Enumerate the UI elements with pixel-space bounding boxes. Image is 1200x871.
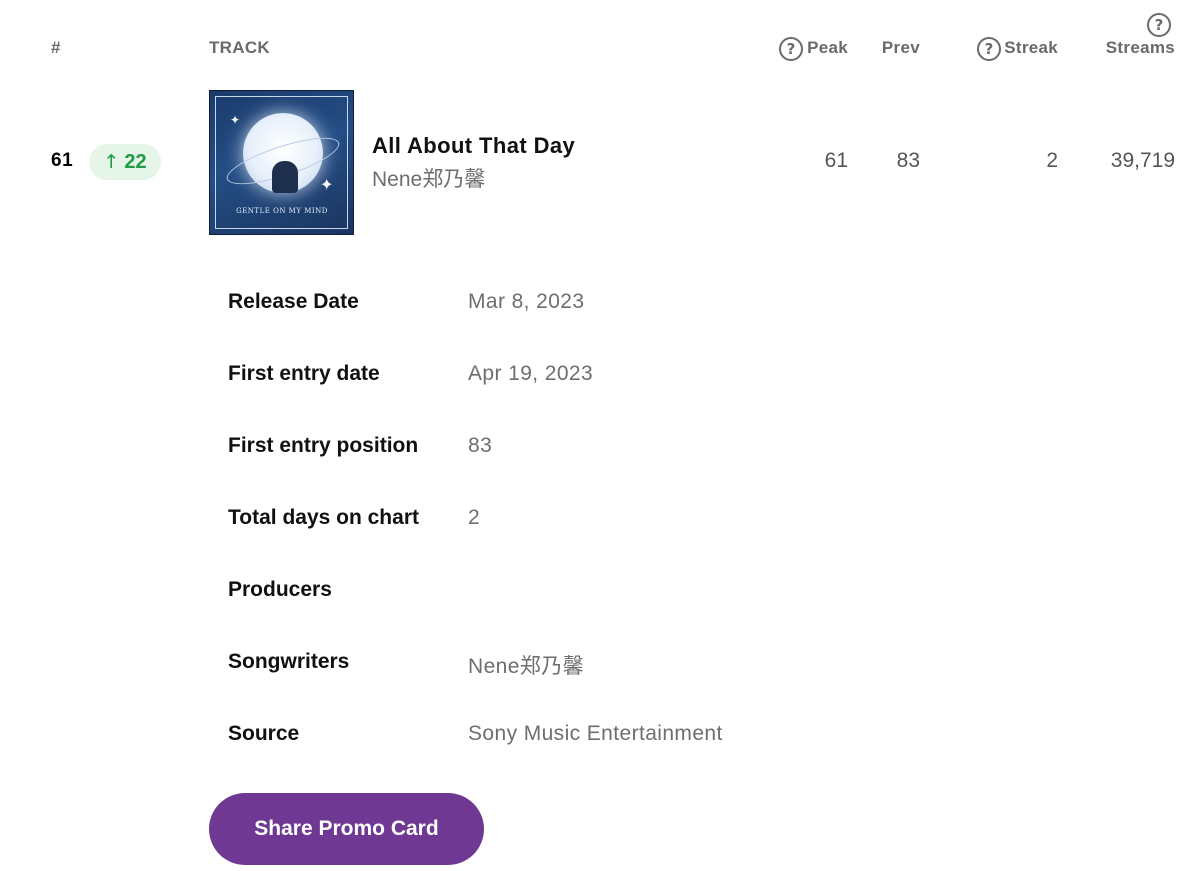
share-promo-card-button[interactable]: Share Promo Card bbox=[209, 793, 484, 865]
column-header-rank: # bbox=[51, 38, 61, 57]
sparkle-icon: ✦ bbox=[320, 175, 334, 194]
detail-label-total-days: Total days on chart bbox=[228, 506, 419, 529]
streak-value: 2 bbox=[1046, 149, 1058, 172]
detail-value-total-days: 2 bbox=[468, 506, 481, 529]
sparkle-icon: ✦ bbox=[230, 113, 241, 127]
detail-label-first-entry-date: First entry date bbox=[228, 362, 380, 385]
streak-help-icon[interactable]: ? bbox=[977, 37, 1001, 61]
detail-value-first-entry-date: Apr 19, 2023 bbox=[468, 362, 594, 385]
cover-figure bbox=[272, 161, 298, 193]
streams-value: 39,719 bbox=[1110, 149, 1175, 172]
prev-value: 83 bbox=[896, 149, 920, 172]
column-header-streams[interactable]: Streams bbox=[1106, 38, 1175, 58]
detail-label-first-entry-position: First entry position bbox=[228, 434, 419, 457]
column-header-track: TRACK bbox=[209, 38, 270, 57]
detail-label-release-date: Release Date bbox=[228, 290, 359, 313]
detail-label-producers: Producers bbox=[228, 578, 332, 601]
cover-title-text: GENTLE ON MY MIND bbox=[236, 207, 328, 215]
detail-value-source: Sony Music Entertainment bbox=[468, 722, 723, 745]
detail-label-source: Source bbox=[228, 722, 300, 745]
detail-value-first-entry-position: 83 bbox=[468, 434, 493, 457]
track-title[interactable]: All About That Day bbox=[372, 133, 575, 159]
album-cover[interactable]: ✦ ✦ GENTLE ON MY MIND bbox=[209, 90, 354, 235]
column-header-peak[interactable]: Peak bbox=[807, 38, 848, 58]
rank-change-value: 22 bbox=[124, 150, 147, 173]
column-header-prev[interactable]: Prev bbox=[882, 38, 920, 58]
arrow-up-icon: ↑ bbox=[103, 151, 120, 173]
track-rank: 61 bbox=[51, 150, 74, 171]
rank-change-badge: ↑ 22 bbox=[89, 144, 161, 180]
streams-help-icon[interactable]: ? bbox=[1147, 13, 1171, 37]
peak-value: 61 bbox=[824, 149, 848, 172]
peak-help-icon[interactable]: ? bbox=[779, 37, 803, 61]
detail-value-songwriters[interactable]: Nene郑乃馨 bbox=[468, 650, 584, 680]
track-artist[interactable]: Nene郑乃馨 bbox=[372, 163, 485, 193]
detail-value-release-date: Mar 8, 2023 bbox=[468, 290, 585, 313]
detail-label-songwriters: Songwriters bbox=[228, 650, 350, 673]
column-header-streak[interactable]: Streak bbox=[1004, 38, 1058, 58]
